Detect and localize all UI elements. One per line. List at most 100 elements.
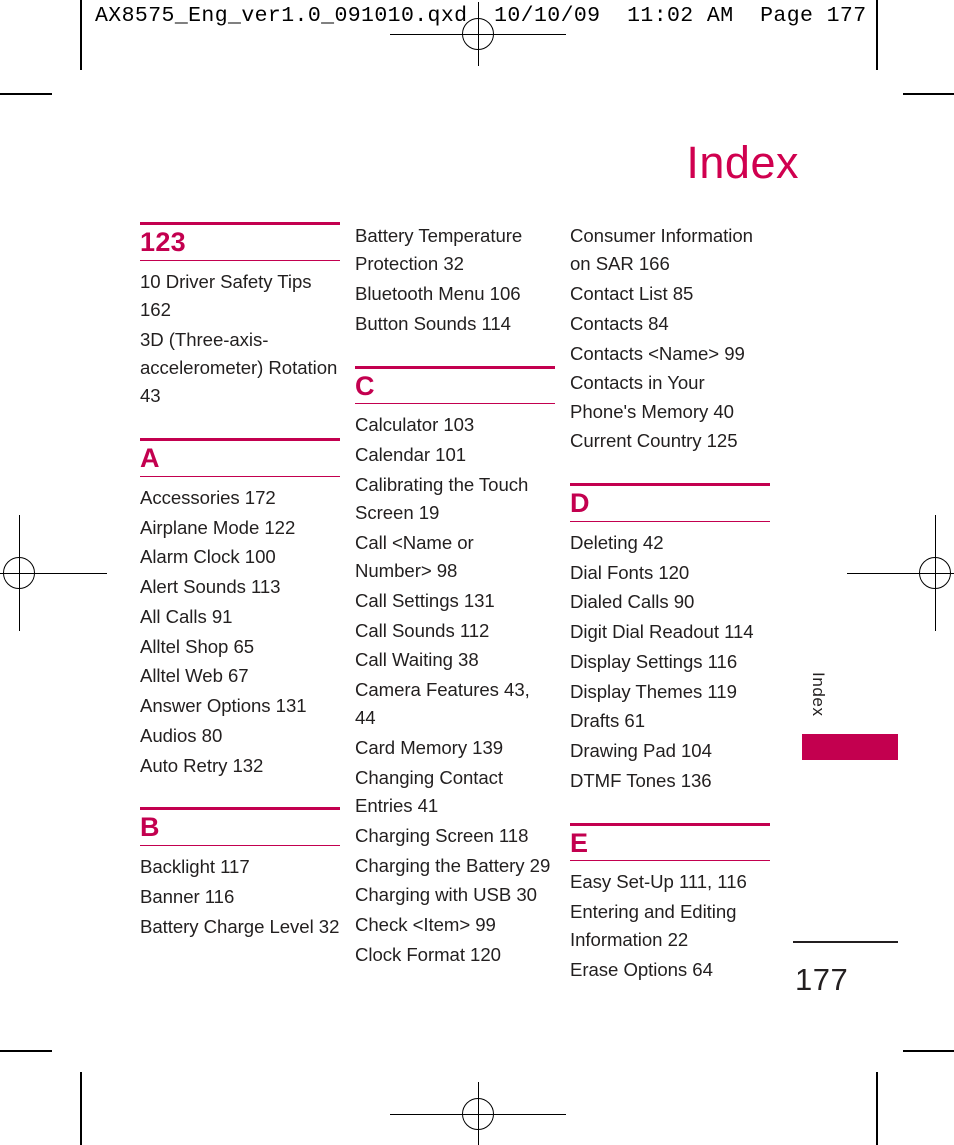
index-entry[interactable]: Drafts 61: [570, 707, 770, 735]
side-tab-label: Index: [809, 672, 828, 717]
index-entry[interactable]: Consumer Information on SAR 166: [570, 222, 770, 279]
crop-mark-left-bottom-horizontal: [0, 1050, 52, 1052]
index-entry[interactable]: Digit Dial Readout 114: [570, 618, 770, 646]
index-entry[interactable]: Contacts 84: [570, 310, 770, 338]
section-letter-heading: E: [570, 827, 589, 858]
index-entry-group: Easy Set-Up 111, 116 Entering and Editing…: [570, 868, 770, 984]
index-entry[interactable]: Camera Features 43, 44: [355, 676, 555, 733]
section-letter-heading: D: [570, 488, 590, 518]
index-entry-group: Deleting 42 Dial Fonts 120 Dialed Calls 90…: [570, 529, 770, 795]
index-entry[interactable]: Call Settings 131: [355, 587, 555, 615]
page-number: 177: [795, 962, 849, 997]
registration-target-bottom-icon: [390, 1082, 566, 1145]
index-entry[interactable]: Call Waiting 38: [355, 646, 555, 674]
index-column: Consumer Information on SAR 166 Contact L…: [570, 222, 770, 986]
index-section: D Deleting 42 Dial Fonts 120 Dialed Calls 9…: [570, 483, 770, 795]
index-entry[interactable]: Alltel Web 67: [140, 662, 340, 690]
index-entry-group-continued: Battery Temperature Protection 32 Bluetoo…: [355, 222, 555, 338]
index-entry[interactable]: Entering and Editing Information 22: [570, 898, 770, 955]
index-section: A Accessories 172 Airplane Mode 122 Alarm C…: [140, 438, 340, 780]
section-rule-bottom: [355, 403, 555, 405]
index-entry[interactable]: Alltel Shop 65: [140, 633, 340, 661]
index-entry[interactable]: Backlight 117: [140, 853, 340, 881]
index-entry[interactable]: Banner 116: [140, 883, 340, 911]
section-rule-bottom: [140, 845, 340, 847]
index-entry[interactable]: Card Memory 139: [355, 734, 555, 762]
index-section: 123 10 Driver Safety Tips 162 3D (Three-ax…: [140, 222, 340, 411]
side-tab-bar: [802, 734, 898, 760]
index-entry[interactable]: Button Sounds 114: [355, 310, 555, 338]
index-entry[interactable]: Changing Contact Entries 41: [355, 764, 555, 821]
index-entry[interactable]: Erase Options 64: [570, 956, 770, 984]
crop-mark-right-top-horizontal: [903, 93, 954, 95]
index-entry[interactable]: Call <Name or Number> 98: [355, 529, 555, 586]
index-entry[interactable]: Audios 80: [140, 722, 340, 750]
index-entry[interactable]: DTMF Tones 136: [570, 767, 770, 795]
folio-rule: [793, 941, 898, 943]
crop-mark-bottom-right-vertical: [876, 1072, 878, 1145]
index-entry[interactable]: Charging with USB 30: [355, 881, 555, 909]
index-entry[interactable]: Contacts in Your Phone's Memory 40: [570, 369, 770, 426]
index-entry[interactable]: Dial Fonts 120: [570, 559, 770, 587]
index-entry[interactable]: 3D (Three-axis-accelerometer) Rotation 4…: [140, 326, 340, 411]
index-entry[interactable]: Bluetooth Menu 106: [355, 280, 555, 308]
index-entry[interactable]: Call Sounds 112: [355, 617, 555, 645]
index-entry[interactable]: Calculator 103: [355, 411, 555, 439]
index-entry[interactable]: Contacts <Name> 99: [570, 340, 770, 368]
index-entry-group: Backlight 117 Banner 116 Battery Charge Le…: [140, 853, 340, 941]
index-entry[interactable]: Alarm Clock 100: [140, 543, 340, 571]
index-entry[interactable]: Charging the Battery 29: [355, 852, 555, 880]
index-entry[interactable]: Charging Screen 118: [355, 822, 555, 850]
registration-target-left-icon: [0, 515, 107, 631]
side-tab: Index: [802, 672, 898, 760]
crop-mark-top-right-vertical: [876, 0, 878, 70]
index-entry-group: Accessories 172 Airplane Mode 122 Alarm Cl…: [140, 484, 340, 780]
index-entry[interactable]: Deleting 42: [570, 529, 770, 557]
index-entry[interactable]: Drawing Pad 104: [570, 737, 770, 765]
index-entry[interactable]: Auto Retry 132: [140, 752, 340, 780]
index-entry[interactable]: Check <Item> 99: [355, 911, 555, 939]
index-entry[interactable]: Display Themes 119: [570, 678, 770, 706]
section-rule-bottom: [140, 475, 340, 477]
section-rule-top: [140, 222, 340, 225]
index-entry[interactable]: Contact List 85: [570, 280, 770, 308]
index-section: C Calculator 103 Calendar 101 Calibrating t…: [355, 365, 555, 970]
index-entry[interactable]: Current Country 125: [570, 427, 770, 455]
index-entry[interactable]: All Calls 91: [140, 603, 340, 631]
index-entry[interactable]: Calibrating the Touch Screen 19: [355, 471, 555, 528]
index-entry[interactable]: Display Settings 116: [570, 648, 770, 676]
index-section: B Backlight 117 Banner 116 Battery Charge L…: [140, 807, 340, 941]
crop-mark-left-top-horizontal: [0, 93, 52, 95]
index-entry[interactable]: Answer Options 131: [140, 692, 340, 720]
index-entry[interactable]: Battery Temperature Protection 32: [355, 222, 555, 279]
index-entry[interactable]: Accessories 172: [140, 484, 340, 512]
section-rule-top: [570, 822, 770, 826]
section-letter-heading: 123: [140, 227, 186, 257]
index-entry-group: 10 Driver Safety Tips 162 3D (Three-axis-…: [140, 268, 340, 411]
index-entry[interactable]: Battery Charge Level 32: [140, 913, 340, 941]
crop-mark-bottom-left-vertical: [80, 1072, 82, 1145]
index-entry[interactable]: Alert Sounds 113: [140, 573, 340, 601]
index-entry-group-continued: Consumer Information on SAR 166 Contact L…: [570, 222, 770, 456]
index-entry[interactable]: Clock Format 120: [355, 941, 555, 969]
section-rule-top: [140, 807, 340, 811]
section-rule-top: [570, 483, 770, 486]
registration-target-top-icon: [390, 2, 566, 66]
index-entry-group: Calculator 103 Calendar 101 Calibrating th…: [355, 411, 555, 969]
index-entry[interactable]: Dialed Calls 90: [570, 588, 770, 616]
index-column: Battery Temperature Protection 32 Bluetoo…: [355, 222, 555, 986]
index-column: 123 10 Driver Safety Tips 162 3D (Three-ax…: [140, 222, 340, 986]
index-entry[interactable]: Easy Set-Up 111, 116: [570, 868, 770, 896]
crop-mark-right-bottom-horizontal: [903, 1050, 954, 1052]
index-entry[interactable]: Airplane Mode 122: [140, 514, 340, 542]
section-rule-top: [355, 365, 555, 369]
page-title: Index: [686, 137, 799, 188]
index-page: AX8575_Eng_ver1.0_091010.qxd 10/10/09 11…: [0, 0, 954, 1145]
index-entry[interactable]: 10 Driver Safety Tips 162: [140, 268, 340, 325]
section-letter-heading: B: [140, 812, 160, 843]
index-entry[interactable]: Calendar 101: [355, 441, 555, 469]
